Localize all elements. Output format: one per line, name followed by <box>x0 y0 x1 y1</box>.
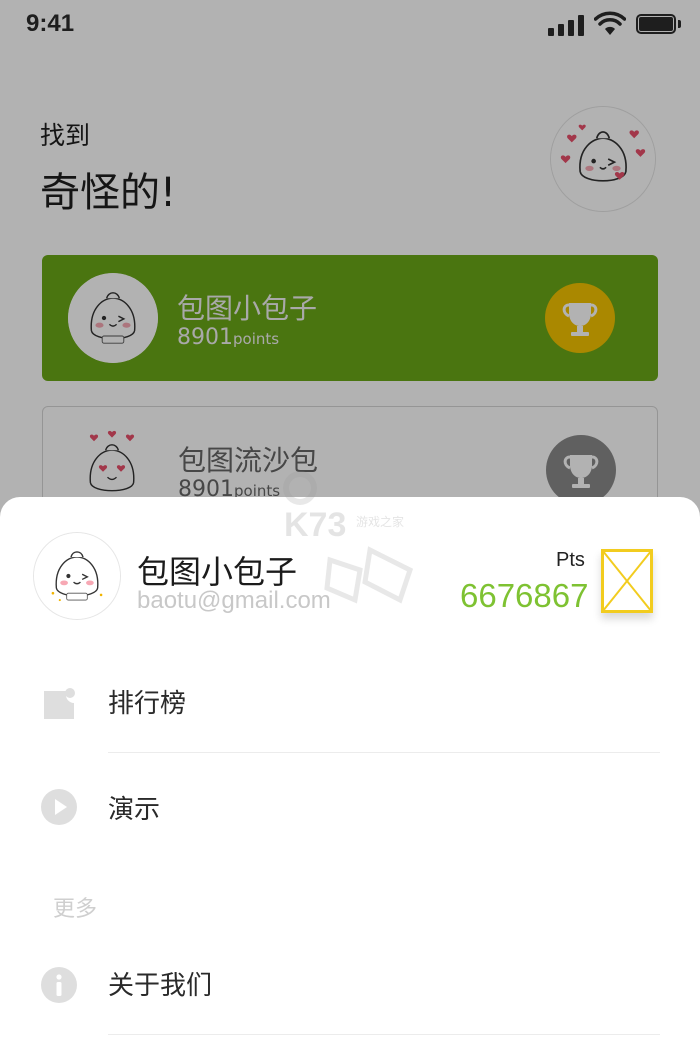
points-value: 6676867 <box>460 577 589 614</box>
watermark-logo: K73 游戏之家 <box>270 470 440 620</box>
info-icon <box>40 966 78 1004</box>
leaderboard-icon <box>40 685 78 723</box>
profile-avatar[interactable] <box>34 533 120 619</box>
menu-divider <box>108 1034 660 1035</box>
play-icon <box>40 788 78 826</box>
more-section-label: 更多 <box>53 897 98 922</box>
menu-label: 排行榜 <box>108 689 187 719</box>
menu-item-demo[interactable]: 演示 <box>0 777 700 837</box>
menu-label: 关于我们 <box>108 971 213 1001</box>
menu-item-about-us[interactable]: 关于我们 <box>0 953 700 1013</box>
menu-item-leaderboard[interactable]: 排行榜 <box>0 671 700 731</box>
points-label: Pts <box>556 549 585 571</box>
watermark-subtext: 游戏之家 <box>356 514 404 529</box>
image-placeholder <box>601 549 653 613</box>
menu-label: 演示 <box>108 795 161 825</box>
menu-divider <box>108 752 660 753</box>
bun-mascot-image <box>34 533 120 619</box>
watermark-text: K73 <box>284 506 346 544</box>
